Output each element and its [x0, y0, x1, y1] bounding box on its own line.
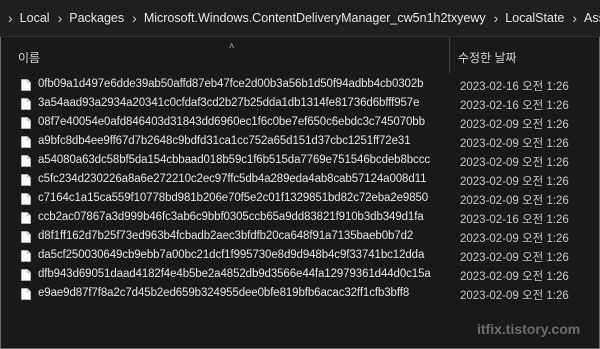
chevron-right-icon: ›: [132, 10, 137, 26]
chevron-right-icon: ›: [572, 10, 578, 26]
file-icon: [21, 155, 31, 167]
breadcrumb-label[interactable]: Local: [20, 11, 50, 25]
breadcrumb-label[interactable]: Microsoft.Windows.ContentDeliveryManager…: [144, 11, 486, 25]
file-date-modified: 2023-02-09 오전 1:26: [460, 176, 569, 188]
file-name[interactable]: d8f1ff162d7b25f73ed963b4fcbadb2aec3bfdfb…: [38, 230, 413, 242]
file-row[interactable]: ccb2ac07867a3d999b46fc3ab6c9bbf0305ccb65…: [0, 209, 600, 228]
file-name[interactable]: a54080a63dc58bf5da154cbbaad018b59c1f6b51…: [38, 154, 430, 166]
file-name[interactable]: dfb943d69051daad4182f4e4b5be2a4852db9d35…: [38, 268, 431, 280]
file-icon: [21, 212, 31, 224]
breadcrumb-item-local[interactable]: › Local: [0, 10, 50, 26]
file-date-modified: 2023-02-16 오전 1:26: [460, 81, 569, 93]
breadcrumb-item-localstate[interactable]: › LocalState: [486, 10, 565, 26]
file-row[interactable]: d8f1ff162d7b25f73ed963b4fcbadb2aec3bfdfb…: [0, 228, 600, 247]
column-header-date-modified[interactable]: 수정한 날짜: [458, 49, 517, 66]
file-date-modified: 2023-02-16 오전 1:26: [460, 214, 569, 226]
file-row[interactable]: 08f7e40054e0afd846403d31843dd6960ec1f6c0…: [0, 114, 600, 133]
file-name[interactable]: 3a54aad93a2934a20341c0cfdaf3cd2b27b25dda…: [38, 97, 419, 109]
file-date-modified: 2023-02-16 오전 1:26: [460, 100, 569, 112]
file-date-modified: 2023-02-09 오전 1:26: [460, 119, 569, 131]
file-date-modified: 2023-02-09 오전 1:26: [460, 233, 569, 245]
breadcrumb-label[interactable]: Assets: [584, 11, 600, 25]
breadcrumb-label[interactable]: Packages: [69, 11, 124, 25]
column-divider[interactable]: [449, 37, 450, 73]
file-row[interactable]: c5fc234d230226a8a6e272210c2ec97ffc5db4a2…: [0, 171, 600, 190]
file-icon: [21, 79, 31, 91]
chevron-right-icon: ›: [57, 10, 63, 26]
breadcrumb-label[interactable]: LocalState: [505, 11, 564, 25]
file-icon: [21, 117, 31, 129]
file-row[interactable]: a54080a63dc58bf5da154cbbaad018b59c1f6b51…: [0, 152, 600, 171]
file-icon: [21, 269, 31, 281]
chevron-right-icon: ›: [8, 10, 13, 26]
file-icon: [21, 288, 31, 300]
file-date-modified: 2023-02-09 오전 1:26: [460, 271, 569, 283]
file-row[interactable]: 0fb09a1d497e6dde39ab50affd87eb47fce2d00b…: [0, 76, 600, 95]
file-date-modified: 2023-02-09 오전 1:26: [460, 290, 569, 302]
column-header: 이름 ˄ 수정한 날짜: [0, 37, 600, 73]
file-date-modified: 2023-02-09 오전 1:26: [460, 138, 569, 150]
chevron-right-icon: ›: [493, 10, 499, 26]
file-list: 0fb09a1d497e6dde39ab50affd87eb47fce2d00b…: [0, 76, 600, 304]
file-row[interactable]: dfb943d69051daad4182f4e4b5be2a4852db9d35…: [0, 266, 600, 285]
file-date-modified: 2023-02-09 오전 1:26: [460, 195, 569, 207]
file-row[interactable]: a9bfc8db4ee9ff67d7b2648c9bdfd31ca1cc752a…: [0, 133, 600, 152]
file-icon: [21, 250, 31, 262]
file-date-modified: 2023-02-09 오전 1:26: [460, 157, 569, 169]
watermark: itfix.tistory.com: [477, 321, 581, 337]
breadcrumb: › Local › Packages › Microsoft.Windows.C…: [0, 0, 600, 37]
file-name[interactable]: e9ae9d87f7f8a2c7d45b2ed659b324955dee0bfe…: [38, 287, 409, 299]
file-name[interactable]: a9bfc8db4ee9ff67d7b2648c9bdfd31ca1cc752a…: [38, 135, 411, 147]
sort-up-icon: ˄: [229, 41, 235, 51]
breadcrumb-item-packages[interactable]: › Packages: [50, 10, 125, 26]
file-icon: [21, 136, 31, 148]
file-icon: [21, 231, 31, 243]
file-row[interactable]: c7164c1a15ca559f10778bd981b206e70f5e2c01…: [0, 190, 600, 209]
file-name[interactable]: 08f7e40054e0afd846403d31843dd6960ec1f6c0…: [38, 116, 425, 128]
file-icon: [21, 193, 31, 205]
file-name[interactable]: da5cf250030649cb9ebb7a00bc21dcf1f995730e…: [38, 249, 424, 261]
breadcrumb-item-contentdeliverymanager[interactable]: › Microsoft.Windows.ContentDeliveryManag…: [124, 10, 485, 26]
file-name[interactable]: ccb2ac07867a3d999b46fc3ab6c9bbf0305ccb65…: [38, 211, 424, 223]
file-icon: [21, 98, 31, 110]
breadcrumb-item-assets[interactable]: › Assets: [564, 10, 600, 26]
file-row[interactable]: da5cf250030649cb9ebb7a00bc21dcf1f995730e…: [0, 247, 600, 266]
file-icon: [21, 174, 31, 186]
column-header-name[interactable]: 이름: [18, 49, 40, 66]
file-row[interactable]: e9ae9d87f7f8a2c7d45b2ed659b324955dee0bfe…: [0, 285, 600, 304]
file-row[interactable]: 3a54aad93a2934a20341c0cfdaf3cd2b27b25dda…: [0, 95, 600, 114]
file-name[interactable]: 0fb09a1d497e6dde39ab50affd87eb47fce2d00b…: [38, 78, 424, 90]
file-date-modified: 2023-02-09 오전 1:26: [460, 252, 569, 264]
file-name[interactable]: c5fc234d230226a8a6e272210c2ec97ffc5db4a2…: [38, 173, 427, 185]
file-name[interactable]: c7164c1a15ca559f10778bd981b206e70f5e2c01…: [38, 192, 428, 204]
